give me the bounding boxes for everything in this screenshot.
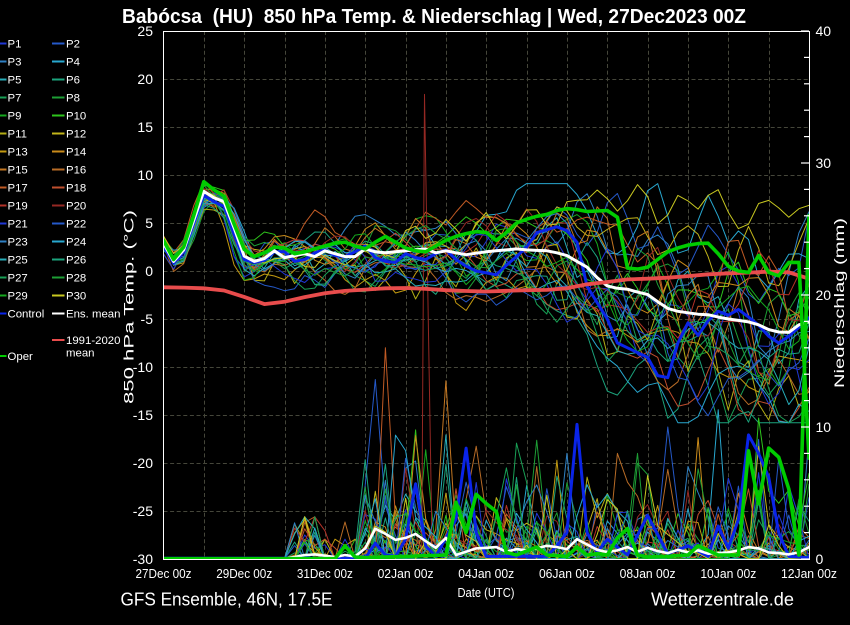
svg-text:0: 0: [816, 551, 824, 567]
svg-text:P3: P3: [8, 57, 22, 69]
svg-text:1991-2020: 1991-2020: [66, 335, 120, 347]
svg-text:Date (UTC): Date (UTC): [458, 585, 515, 600]
svg-text:P29: P29: [8, 291, 28, 303]
svg-text:P27: P27: [8, 273, 28, 285]
svg-text:-20: -20: [133, 455, 153, 471]
svg-text:20: 20: [137, 71, 153, 87]
svg-text:Wetterzentrale.de: Wetterzentrale.de: [651, 589, 794, 610]
svg-text:P9: P9: [8, 111, 22, 123]
svg-text:P18: P18: [66, 183, 86, 195]
svg-text:P20: P20: [66, 201, 86, 213]
svg-text:20: 20: [816, 287, 832, 303]
svg-text:Ens. mean: Ens. mean: [66, 309, 120, 321]
svg-text:29Dec 00z: 29Dec 00z: [216, 566, 272, 581]
svg-text:10Jan 00z: 10Jan 00z: [700, 566, 756, 581]
svg-text:P1: P1: [8, 39, 22, 51]
svg-text:15: 15: [137, 119, 153, 135]
svg-text:P21: P21: [8, 219, 28, 231]
svg-text:P7: P7: [8, 93, 22, 105]
svg-text:04Jan 00z: 04Jan 00z: [458, 566, 514, 581]
svg-text:0: 0: [145, 263, 153, 279]
svg-text:P26: P26: [66, 255, 86, 267]
svg-text:10: 10: [816, 419, 832, 435]
svg-text:Babócsa (HU) 850 hPa Temp. &: Babócsa (HU) 850 hPa Temp. & Niederschla…: [122, 6, 746, 28]
svg-text:-30: -30: [133, 551, 153, 567]
svg-text:P17: P17: [8, 183, 28, 195]
svg-text:40: 40: [816, 23, 832, 39]
svg-text:Oper: Oper: [8, 351, 34, 363]
svg-text:Control: Control: [8, 309, 45, 321]
svg-text:mean: mean: [66, 348, 95, 360]
svg-text:P24: P24: [66, 237, 86, 249]
svg-text:P8: P8: [66, 93, 80, 105]
svg-text:P6: P6: [66, 75, 80, 87]
svg-text:850 hPa Temp. (°C): 850 hPa Temp. (°C): [122, 210, 137, 404]
svg-text:10: 10: [137, 167, 153, 183]
svg-text:-25: -25: [133, 503, 153, 519]
svg-text:P11: P11: [8, 129, 27, 141]
svg-text:P22: P22: [66, 219, 86, 231]
svg-text:30: 30: [816, 155, 832, 171]
svg-text:P12: P12: [66, 129, 86, 141]
svg-text:GFS Ensemble, 46N, 17.5E: GFS Ensemble, 46N, 17.5E: [121, 589, 333, 610]
svg-text:06Jan 00z: 06Jan 00z: [539, 566, 595, 581]
svg-text:08Jan 00z: 08Jan 00z: [620, 566, 676, 581]
svg-text:02Jan 00z: 02Jan 00z: [378, 566, 434, 581]
svg-text:P5: P5: [8, 75, 22, 87]
svg-text:27Dec 00z: 27Dec 00z: [136, 566, 192, 581]
svg-text:P30: P30: [66, 291, 86, 303]
svg-text:P16: P16: [66, 165, 86, 177]
svg-text:P15: P15: [8, 165, 28, 177]
svg-text:-15: -15: [133, 407, 153, 423]
svg-text:P4: P4: [66, 57, 80, 69]
svg-text:Niederschlag (mm): Niederschlag (mm): [832, 218, 847, 388]
svg-text:P2: P2: [66, 39, 80, 51]
svg-text:P13: P13: [8, 147, 28, 159]
svg-text:P14: P14: [66, 147, 86, 159]
svg-text:P25: P25: [8, 255, 28, 267]
svg-text:31Dec 00z: 31Dec 00z: [297, 566, 353, 581]
svg-text:5: 5: [145, 215, 153, 231]
svg-text:P28: P28: [66, 273, 86, 285]
svg-text:12Jan 00z: 12Jan 00z: [781, 566, 837, 581]
svg-text:P19: P19: [8, 201, 28, 213]
svg-text:-5: -5: [141, 311, 154, 327]
svg-text:25: 25: [137, 23, 153, 39]
svg-text:P23: P23: [8, 237, 28, 249]
svg-text:P10: P10: [66, 111, 86, 123]
